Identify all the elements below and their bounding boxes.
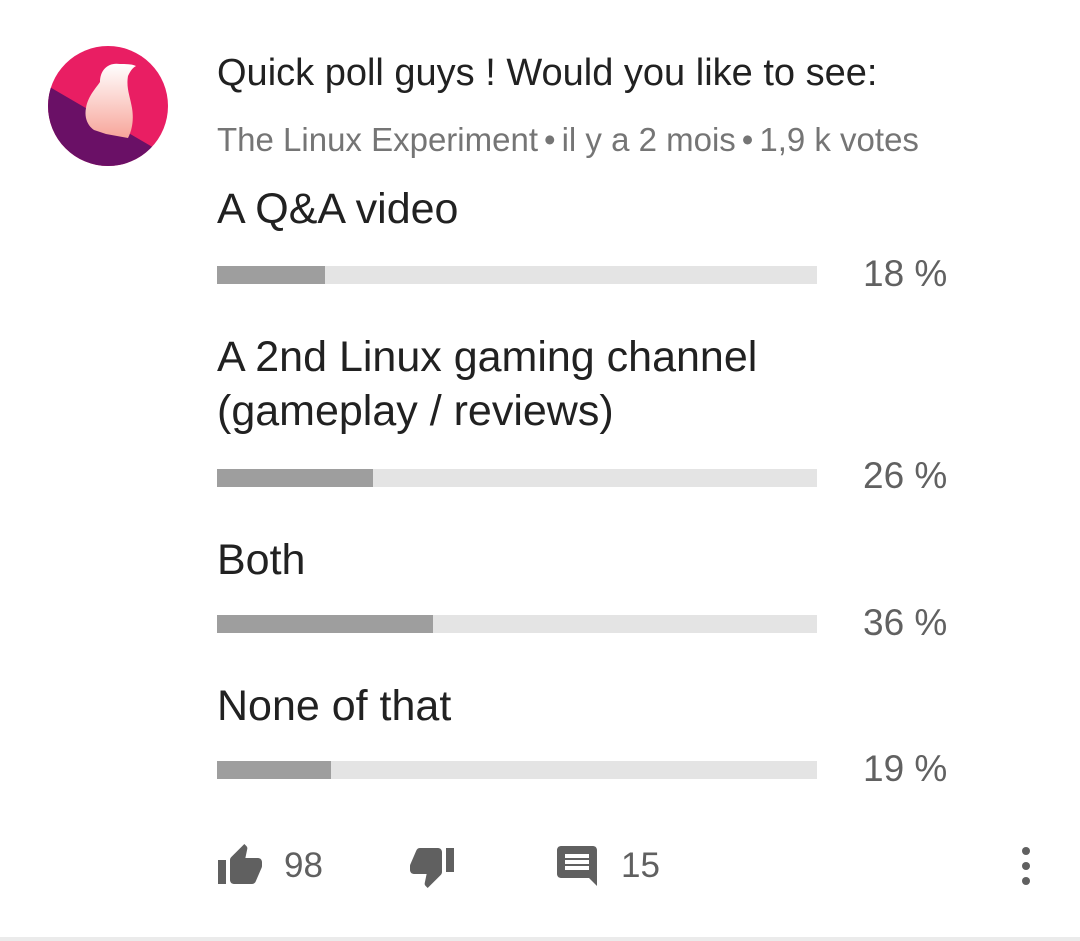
poll-option-label: A 2nd Linux gaming channel (gameplay / r… [217,333,758,435]
poll-option-percent: 18 % [863,253,948,294]
comments-button[interactable]: 15 [553,836,660,896]
more-vertical-icon [1022,847,1030,885]
poll-option-label: Both [217,536,306,584]
poll-option[interactable]: A 2nd Linux gaming channel (gameplay / r… [217,330,1017,496]
poll-option-label: A Q&A video [217,185,459,233]
vote-count: 1,9 k votes [759,121,919,158]
dislike-button[interactable] [408,836,456,896]
action-bar: 98 15 [0,836,1080,896]
poll-option[interactable]: None of that 19 % [217,679,1017,789]
poll-option-label: None of that [217,682,452,730]
like-button[interactable]: 98 [216,836,323,896]
channel-name[interactable]: The Linux Experiment [217,121,538,158]
penguin-logo-icon [48,46,168,166]
poll-bar-fill [217,469,373,487]
channel-avatar[interactable] [48,46,168,166]
post-title: Quick poll guys ! Would you like to see: [217,52,878,94]
poll-bar-track [217,469,817,487]
poll-bar-track [217,761,817,779]
comment-count: 15 [621,846,660,885]
poll-option-percent: 26 % [863,455,948,496]
comment-icon [557,846,597,886]
poll-bar-track [217,615,817,633]
poll-option-percent: 36 % [863,602,948,643]
divider [0,937,1080,941]
post-time: il y a 2 mois [561,121,736,158]
poll-bar-fill [217,266,325,284]
more-options-button[interactable] [1002,836,1050,896]
meta-separator: • [544,121,556,158]
poll-option-percent: 19 % [863,748,948,789]
post-meta: The Linux Experiment • il y a 2 mois • 1,9 k… [217,120,919,160]
like-count: 98 [284,846,323,885]
poll-option[interactable]: A Q&A video 18 % [217,182,1017,294]
thumb-up-icon [218,844,262,884]
meta-separator: • [741,121,754,158]
poll-bar-fill [217,615,433,633]
poll-option[interactable]: Both 36 % [217,533,1017,643]
thumb-down-icon [410,848,454,888]
poll-bar-fill [217,761,331,779]
poll-bar-track [217,266,817,284]
